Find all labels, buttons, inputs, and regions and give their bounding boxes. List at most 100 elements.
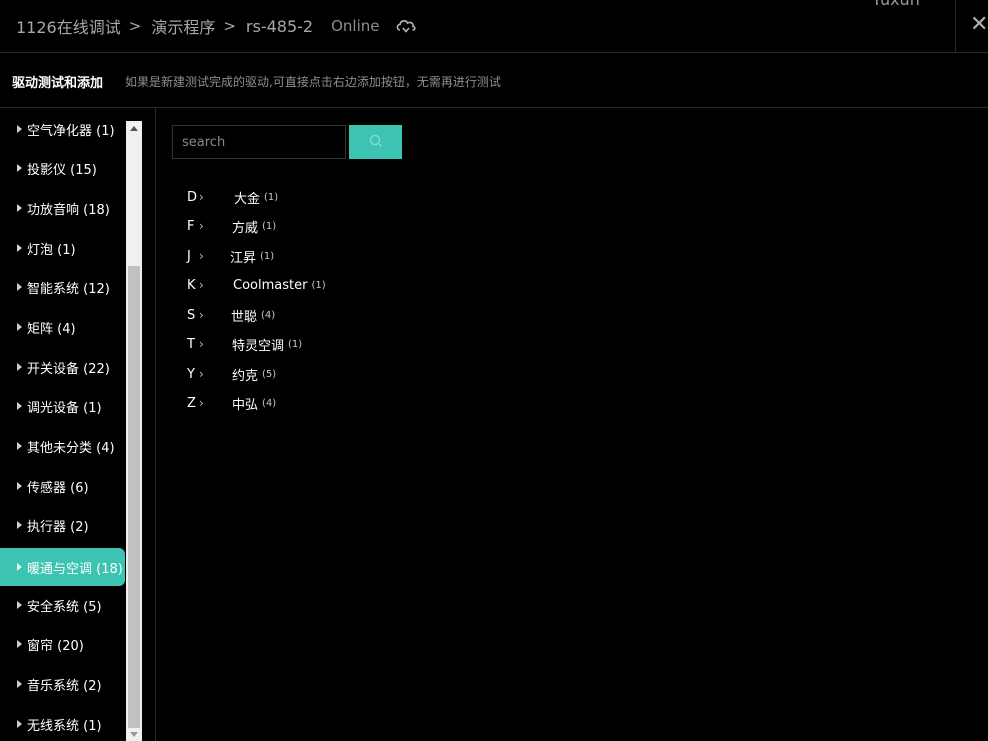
brand-label: Coolmaster (1) (233, 278, 326, 293)
brand-letter: K (187, 277, 196, 293)
brand-name: 中弘 (232, 397, 259, 413)
scroll-down-button[interactable] (126, 728, 142, 741)
brand-count: (4) (262, 397, 277, 409)
caret-right-icon (17, 720, 22, 728)
sidebar-category-item[interactable]: 窗帘 (20) (0, 625, 125, 663)
sidebar-category-label: 其他未分类 (4) (27, 440, 115, 456)
sidebar-category-label: 执行器 (2) (27, 519, 89, 535)
brand-list-item[interactable]: Y › 约克 (5) (187, 364, 276, 384)
header-divider (955, 0, 956, 53)
sidebar-category-label: 投影仪 (15) (27, 162, 97, 178)
brand-list-item[interactable]: D › 大金 (1) (187, 187, 278, 207)
sidebar-category-label: 空气净化器 (1) (27, 123, 115, 139)
scroll-up-button[interactable] (126, 121, 142, 137)
brand-letter: J (187, 248, 191, 264)
chevron-right-icon: › (199, 308, 204, 322)
chevron-right-icon: › (199, 190, 204, 204)
chevron-right-icon: › (199, 249, 204, 263)
caret-right-icon (17, 601, 22, 609)
breadcrumb-item-2[interactable]: 演示程序 (151, 14, 215, 38)
caret-right-icon (17, 164, 22, 172)
search-input[interactable] (172, 125, 346, 159)
brand-label: 特灵空调 (1) (232, 335, 302, 354)
chevron-right-icon: › (199, 219, 204, 233)
sidebar-category-item[interactable]: 其他未分类 (4) (0, 427, 125, 465)
caret-right-icon (17, 283, 22, 291)
caret-right-icon (17, 640, 22, 648)
sidebar-category-label: 无线系统 (1) (27, 718, 102, 734)
sidebar-category-label: 开关设备 (22) (27, 361, 110, 377)
brand-count: (1) (262, 220, 277, 232)
close-icon[interactable]: ✕ (970, 14, 988, 36)
sidebar-category-item[interactable]: 调光设备 (1) (0, 387, 125, 425)
breadcrumb: 1126在线调试 > 演示程序 > rs-485-2 Online (16, 14, 417, 38)
sidebar-category-item[interactable]: 投影仪 (15) (0, 149, 125, 187)
caret-right-icon (17, 521, 22, 529)
sidebar-category-label: 传感器 (6) (27, 480, 89, 496)
sidebar-category-label: 音乐系统 (2) (27, 678, 102, 694)
sidebar-category-item[interactable]: 空气净化器 (1) (0, 110, 125, 148)
user-name: Yuxun (872, 0, 920, 9)
sidebar-category-item[interactable]: 执行器 (2) (0, 506, 125, 544)
search-button[interactable] (349, 125, 402, 159)
caret-right-icon (17, 323, 22, 331)
caret-right-icon (17, 204, 22, 212)
brand-list-item[interactable]: T › 特灵空调 (1) (187, 334, 302, 354)
brand-label: 大金 (1) (234, 188, 278, 207)
brand-letter: S (187, 307, 196, 323)
search-icon (369, 134, 383, 151)
sidebar-category-item[interactable]: 开关设备 (22) (0, 348, 125, 386)
caret-right-icon (17, 402, 22, 410)
brand-list-item[interactable]: Z › 中弘 (4) (187, 393, 276, 413)
brand-count: (5) (262, 368, 277, 380)
sidebar-category-item[interactable]: 矩阵 (4) (0, 308, 125, 346)
brand-list-item[interactable]: K › Coolmaster (1) (187, 275, 326, 295)
brand-name: 世聪 (231, 309, 258, 325)
caret-right-icon (17, 363, 22, 371)
caret-right-icon (17, 563, 22, 571)
sidebar-category-item[interactable]: 智能系统 (12) (0, 268, 125, 306)
chevron-right-icon: › (199, 367, 204, 381)
sidebar-category-label: 矩阵 (4) (27, 321, 76, 337)
chevron-right-icon: > (128, 17, 142, 35)
sidebar-category-item[interactable]: 无线系统 (1) (0, 705, 125, 741)
sidebar-category-item[interactable]: 安全系统 (5) (0, 586, 125, 624)
sidebar-category-label: 灯泡 (1) (27, 242, 76, 258)
caret-right-icon (17, 442, 22, 450)
sidebar-category-item[interactable]: 灯泡 (1) (0, 229, 125, 267)
sidebar-category-label: 功放音响 (18) (27, 202, 110, 218)
sidebar-category-label: 智能系统 (12) (27, 281, 110, 297)
section-hint: 如果是新建测试完成的驱动,可直接点击右边添加按钮，无需再进行测试 (125, 75, 501, 89)
brand-name: 大金 (234, 191, 261, 207)
sidebar-category-item[interactable]: 功放音响 (18) (0, 189, 125, 227)
breadcrumb-item-1[interactable]: 1126在线调试 (16, 14, 121, 38)
brand-list-item[interactable]: F › 方威 (1) (187, 216, 276, 236)
caret-right-icon (17, 244, 22, 252)
cloud-sync-icon[interactable] (395, 17, 417, 35)
brand-letter: F (187, 218, 195, 234)
brand-list-item[interactable]: S › 世聪 (4) (187, 305, 275, 325)
sidebar-category-label: 窗帘 (20) (27, 638, 84, 654)
breadcrumb-item-3[interactable]: rs-485-2 (246, 17, 313, 36)
brand-list-item[interactable]: J › 江昇 (1) (187, 246, 274, 266)
brand-letter: Y (187, 366, 195, 382)
sidebar-category-item[interactable]: 暖通与空调 (18) (0, 548, 125, 586)
chevron-right-icon: › (199, 337, 204, 351)
brand-name: 方威 (232, 220, 259, 236)
sidebar-category-item[interactable]: 音乐系统 (2) (0, 665, 125, 703)
scrollbar-thumb[interactable] (128, 266, 140, 728)
chevron-right-icon: > (223, 17, 236, 35)
top-header: 1126在线调试 > 演示程序 > rs-485-2 Online Yuxun … (0, 0, 988, 53)
category-sidebar: 空气净化器 (1) 投影仪 (15) 功放音响 (18) 灯泡 (1) 智能系统 (12… (0, 108, 156, 741)
brand-name: Coolmaster (233, 277, 308, 293)
caret-right-icon (17, 125, 22, 133)
brand-label: 约克 (5) (232, 365, 276, 384)
sidebar-category-label: 调光设备 (1) (27, 400, 102, 416)
chevron-right-icon: › (199, 278, 204, 292)
sidebar-category-item[interactable]: 传感器 (6) (0, 467, 125, 505)
caret-right-icon (17, 680, 22, 688)
caret-right-icon (17, 482, 22, 490)
brand-label: 世聪 (4) (231, 306, 275, 325)
brand-label: 方威 (1) (232, 217, 276, 236)
chevron-right-icon: › (199, 396, 204, 410)
